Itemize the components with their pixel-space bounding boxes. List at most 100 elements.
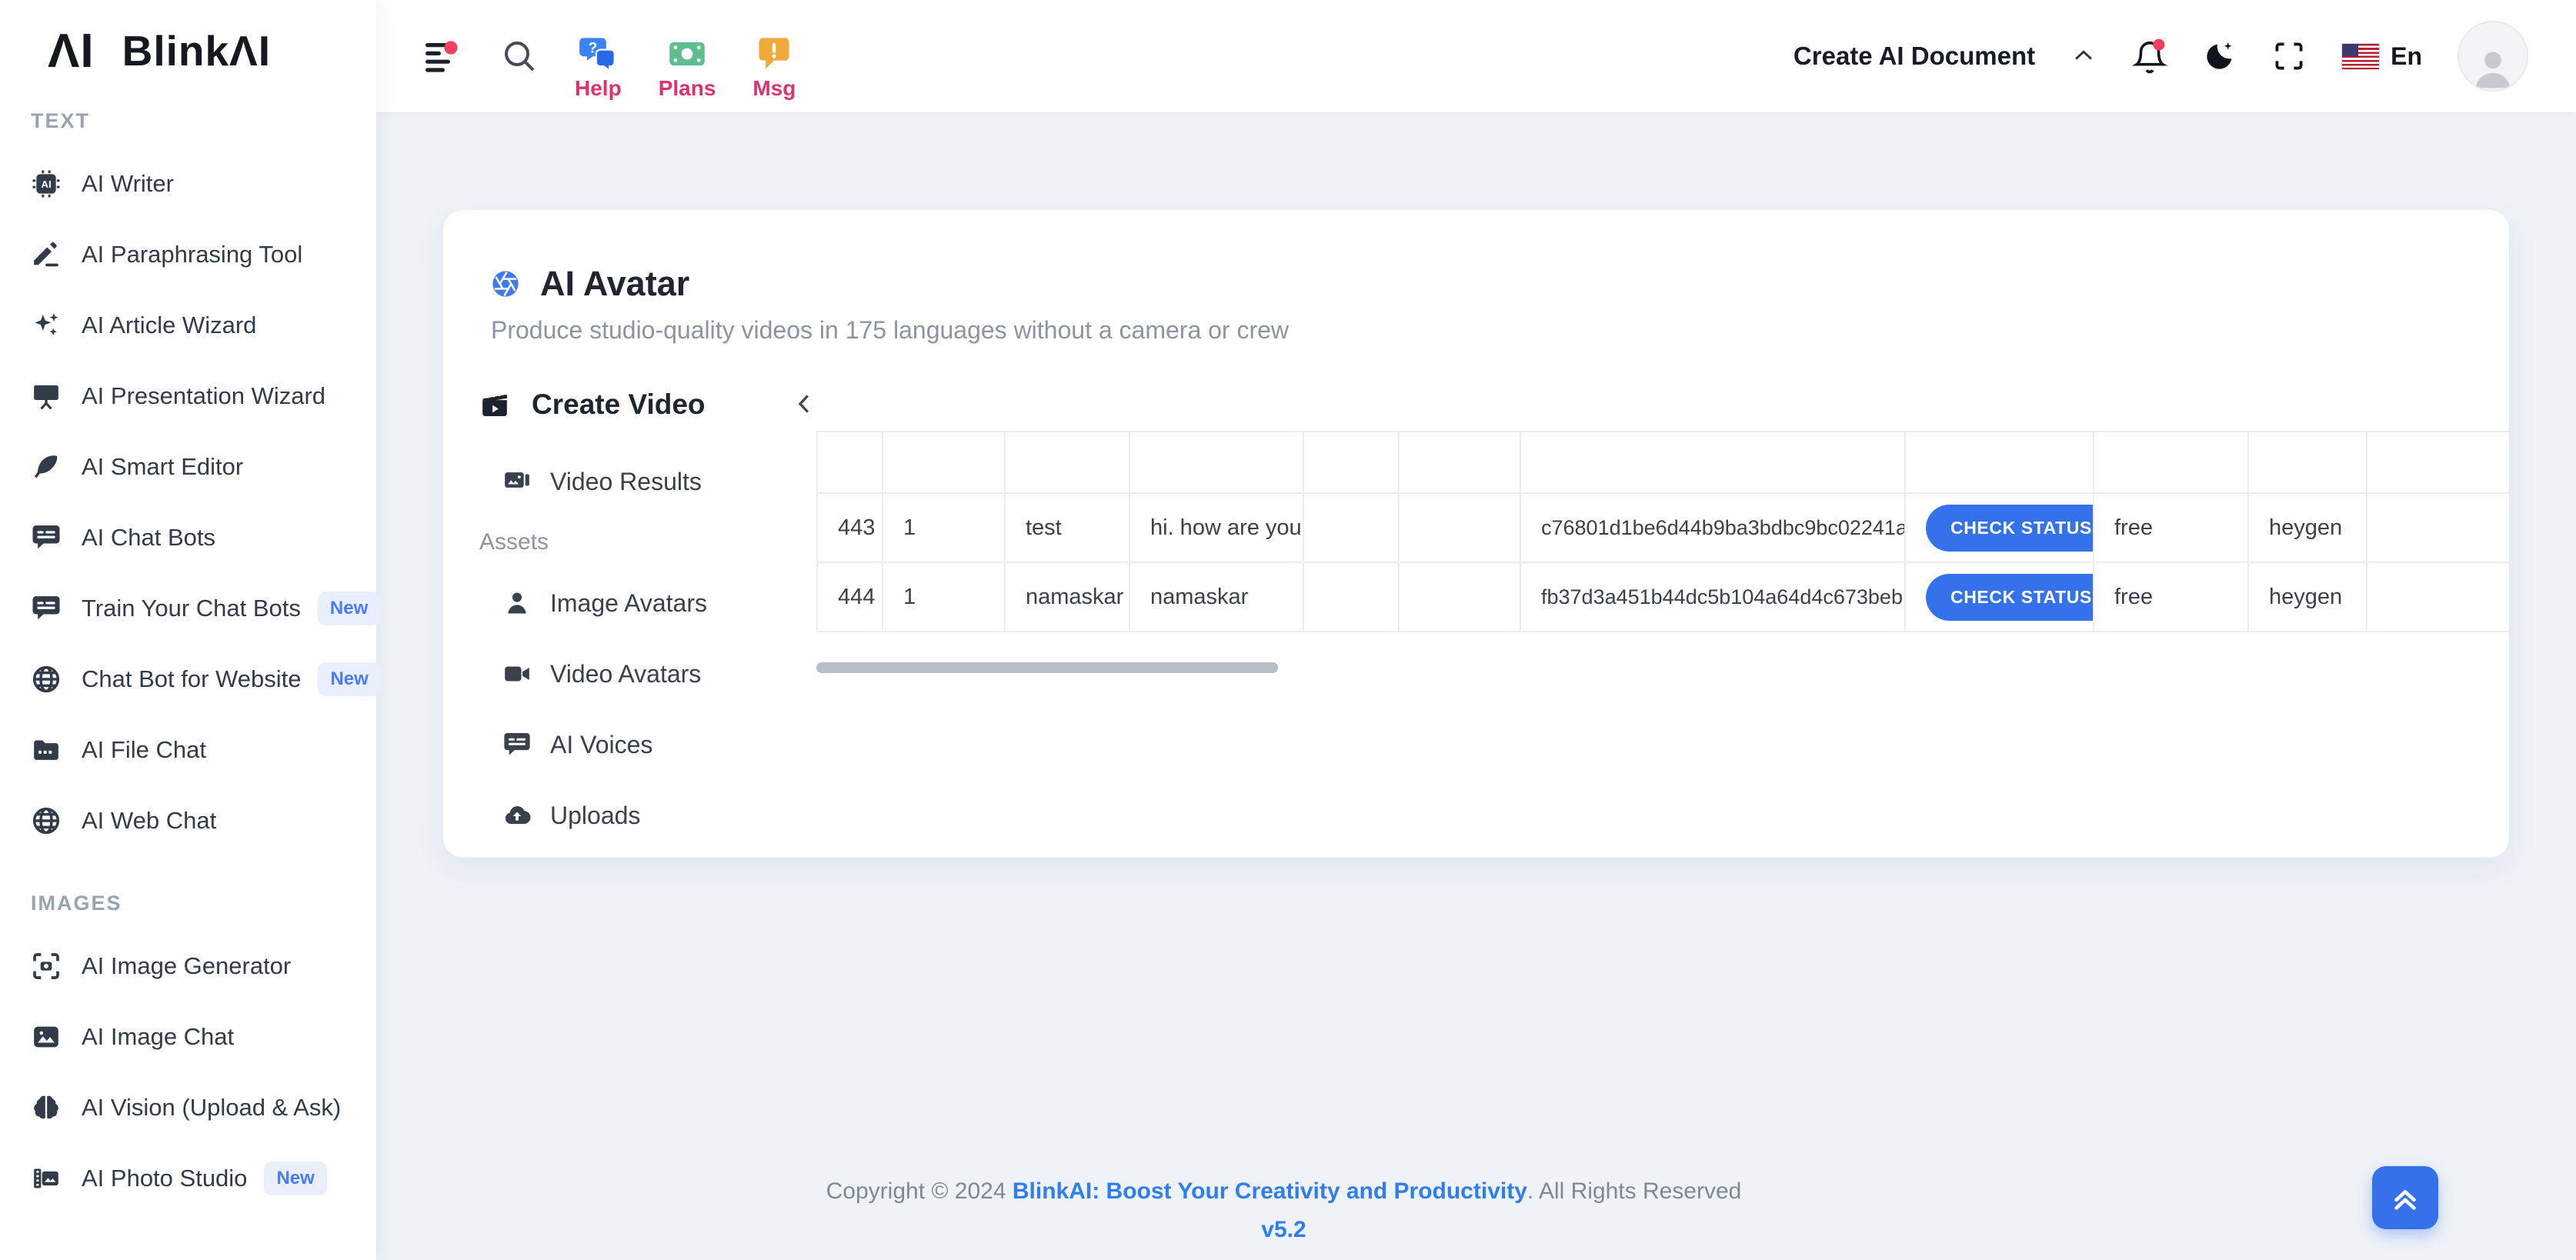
cell-user-id: 1 bbox=[883, 562, 1005, 632]
create-video-header[interactable]: Create Video bbox=[479, 388, 706, 421]
table-header-row bbox=[817, 432, 2509, 493]
section-items: AI Image Generator AI Image Chat AI Visi… bbox=[0, 931, 376, 1214]
cell-action: CHECK STATUS bbox=[1905, 562, 2094, 632]
sidebar-item-label: AI Smart Editor bbox=[82, 453, 243, 481]
chip-icon: AI bbox=[31, 168, 62, 199]
notifications-bell-icon[interactable] bbox=[2132, 37, 2167, 75]
create-ai-document-button[interactable]: Create AI Document bbox=[1794, 42, 2035, 71]
sidebar-item-label: AI Paraphrasing Tool bbox=[82, 241, 302, 268]
quick-link-label: Msg bbox=[752, 76, 796, 101]
cell-generated-video-id: fb37d3a451b44dc5b104a64d4c673beb bbox=[1520, 562, 1905, 632]
svg-text:AI: AI bbox=[41, 178, 51, 190]
copyright-text: Copyright © 2024 bbox=[826, 1178, 1013, 1204]
avatar-person-icon bbox=[2469, 42, 2517, 90]
sidebar-item-label: AI Vision (Upload & Ask) bbox=[82, 1094, 341, 1122]
sidebar-item[interactable]: AI Image Chat bbox=[0, 1002, 376, 1072]
page-title: AI Avatar bbox=[540, 264, 689, 304]
cell-action: CHECK STATUS bbox=[1905, 493, 2094, 562]
videos-table: 443 1 test hi. how are you c76801d1be6d4… bbox=[816, 431, 2509, 632]
cell-id: 444 bbox=[817, 562, 883, 632]
quick-link[interactable]: Msg bbox=[752, 34, 796, 101]
column-header bbox=[1303, 432, 1399, 493]
ai-avatar-card: AI Avatar Produce studio-quality videos … bbox=[443, 210, 2509, 858]
quick-link[interactable]: Plans bbox=[659, 34, 716, 101]
column-header bbox=[1905, 432, 2094, 493]
section-title: TEXT bbox=[0, 102, 376, 139]
us-flag-icon bbox=[2341, 43, 2380, 70]
sidebar-item[interactable]: AI Image Generator bbox=[0, 931, 376, 1002]
sidebar-item[interactable]: AI Photo Studio New bbox=[0, 1143, 376, 1214]
cell-generated-video-id: c76801d1be6d44b9ba3bdbc9bc02241a bbox=[1520, 493, 1905, 562]
main-content: AI Avatar Produce studio-quality videos … bbox=[376, 112, 2576, 1260]
sidebar-item[interactable]: AI Vision (Upload & Ask) bbox=[0, 1072, 376, 1143]
cell-plan-type: free bbox=[2094, 562, 2248, 632]
sidebar-item[interactable]: AI Paraphrasing Tool bbox=[0, 219, 376, 290]
sidebar-item[interactable]: AI Article Wizard bbox=[0, 290, 376, 361]
check-status-button[interactable]: CHECK STATUS bbox=[1926, 574, 2094, 621]
sidebar-item[interactable]: AI Chat Bots bbox=[0, 502, 376, 573]
sidebar-item[interactable]: AI File Chat bbox=[0, 715, 376, 785]
sidebar-nav: TEXT AI AI Writer AI Paraphrasing Tool bbox=[0, 102, 376, 1214]
chat-icon bbox=[31, 593, 62, 624]
cell-video bbox=[1303, 493, 1399, 562]
sidebar-item-label: AI Web Chat bbox=[82, 807, 216, 835]
cloud-upload-icon bbox=[502, 801, 532, 830]
brand-logo[interactable]: ΛI BlinkΛI bbox=[0, 0, 376, 102]
quick-links: ? Help Plans Msg bbox=[575, 23, 796, 90]
quick-link[interactable]: ? Help bbox=[575, 34, 622, 101]
sidebar-item[interactable]: AI Web Chat bbox=[0, 785, 376, 856]
aperture-icon bbox=[491, 269, 520, 298]
chevron-up-icon[interactable] bbox=[2070, 43, 2097, 69]
version-label: v5.2 bbox=[376, 1217, 2191, 1243]
fullscreen-icon[interactable] bbox=[2272, 39, 2306, 73]
clapperboard-icon bbox=[479, 389, 510, 420]
column-header bbox=[1399, 432, 1520, 493]
cell-name: namaskar bbox=[1005, 562, 1130, 632]
panel-nav: Video Results Assets Image Avatars Video… bbox=[479, 446, 787, 851]
sidebar-item[interactable]: AI AI Writer bbox=[0, 148, 376, 219]
column-header bbox=[2367, 432, 2509, 493]
sidebar-item-label: AI Image Generator bbox=[82, 952, 291, 980]
scroll-to-top-button[interactable] bbox=[2372, 1166, 2438, 1229]
sidebar-item[interactable]: AI Smart Editor bbox=[0, 432, 376, 502]
new-badge: New bbox=[264, 1162, 326, 1195]
panel-nav-item[interactable]: AI Voices bbox=[479, 709, 787, 780]
collapse-chevron-left-icon[interactable] bbox=[791, 390, 819, 422]
alert-bubble-icon bbox=[754, 34, 794, 74]
check-status-button[interactable]: CHECK STATUS bbox=[1926, 505, 2094, 552]
sidebar-section-images: IMAGES AI Image Generator AI Image Chat bbox=[0, 856, 376, 1214]
presentation-icon bbox=[31, 381, 62, 412]
sidebar-item-label: Train Your Chat Bots bbox=[82, 595, 301, 622]
panel-nav-item[interactable]: Uploads bbox=[479, 780, 787, 851]
chat-icon bbox=[502, 730, 532, 759]
cell-name: test bbox=[1005, 493, 1130, 562]
panel-nav-item[interactable]: Video Avatars bbox=[479, 638, 787, 709]
footer-brand-link[interactable]: BlinkAI: Boost Your Creativity and Produ… bbox=[1013, 1178, 1527, 1204]
sidebar-item[interactable]: Train Your Chat Bots New bbox=[0, 573, 376, 644]
logo-mark: ΛI bbox=[48, 24, 95, 78]
footer: Copyright © 2024 BlinkAI: Boost Your Cre… bbox=[376, 1177, 2191, 1243]
person-icon bbox=[502, 588, 532, 618]
cell-user-id: 1 bbox=[883, 493, 1005, 562]
video-screen-icon bbox=[502, 467, 532, 496]
cell-storage bbox=[1399, 562, 1520, 632]
panel-nav-item[interactable]: Image Avatars bbox=[479, 568, 787, 638]
sidebar-item[interactable]: AI Presentation Wizard bbox=[0, 361, 376, 432]
language-selector[interactable]: En bbox=[2341, 42, 2422, 71]
panel-nav-item[interactable]: Video Results bbox=[479, 446, 787, 517]
cell-description: hi. how are you bbox=[1130, 493, 1303, 562]
cell-voice bbox=[2367, 562, 2509, 632]
dark-mode-moon-icon[interactable] bbox=[2203, 39, 2237, 73]
sidebar-item[interactable]: Chat Bot for Website New bbox=[0, 644, 376, 715]
menu-icon[interactable] bbox=[424, 38, 464, 74]
app-root: ΛI BlinkΛI TEXT AI AI Writer AI Paraphra… bbox=[0, 0, 2576, 1260]
cell-storage bbox=[1399, 493, 1520, 562]
horizontal-scrollbar-thumb[interactable] bbox=[816, 662, 1278, 673]
search-icon[interactable] bbox=[501, 38, 538, 75]
column-header bbox=[883, 432, 1005, 493]
topbar-right: Create AI Document En bbox=[1794, 21, 2528, 92]
sidebar-item-label: AI Chat Bots bbox=[82, 524, 215, 552]
user-avatar[interactable] bbox=[2458, 21, 2528, 92]
sidebar: ΛI BlinkΛI TEXT AI AI Writer AI Paraphra… bbox=[0, 0, 376, 1260]
page-subtitle: Produce studio-quality videos in 175 lan… bbox=[491, 316, 1289, 345]
